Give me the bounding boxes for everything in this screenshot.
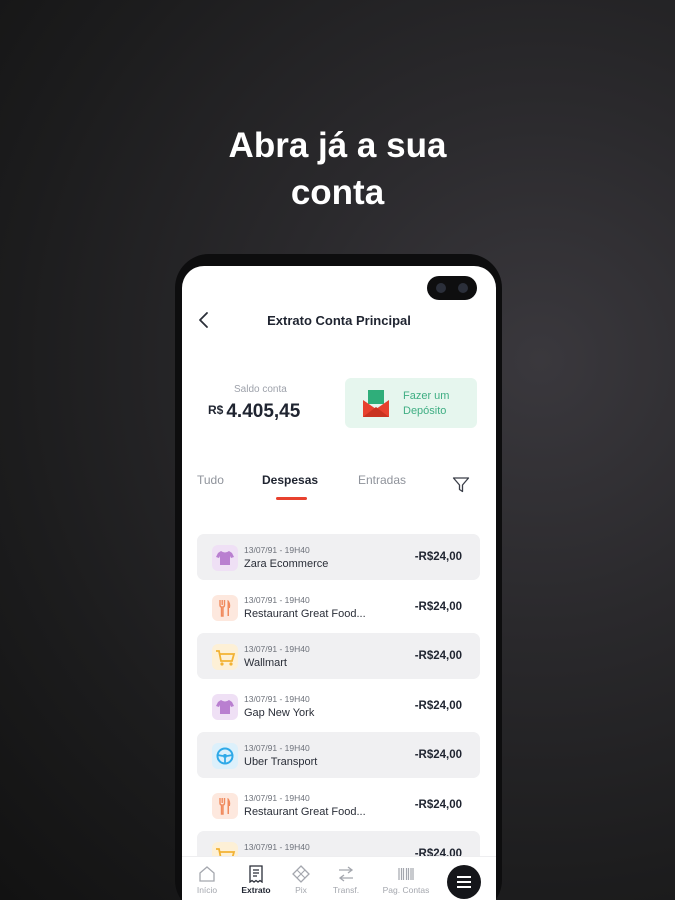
pix-icon <box>292 865 310 883</box>
nav-item-transf[interactable]: Transf. <box>316 865 376 895</box>
tab-tudo[interactable]: Tudo <box>197 473 224 487</box>
deposit-button[interactable]: Fazer um Depósito <box>345 378 477 428</box>
headline-line-1: Abra já a sua <box>228 126 447 165</box>
deposit-label-line-1: Fazer um <box>403 390 450 402</box>
steering-wheel-icon <box>212 743 238 769</box>
transaction-name: Uber Transport <box>244 756 318 768</box>
balance-currency: R$ <box>208 403 224 417</box>
transaction-name: Wallmart <box>244 657 287 669</box>
transaction-amount: -R$24,00 <box>414 600 462 613</box>
shirt-icon <box>212 545 238 571</box>
nav-item-pag-contas[interactable]: Pag. Contas <box>376 865 436 895</box>
active-tab-indicator <box>276 497 307 500</box>
menu-button[interactable] <box>447 865 481 899</box>
headline: Abra já a sua conta <box>0 122 675 216</box>
transaction-date: 13/07/91 - 19H40 <box>244 594 310 605</box>
transaction-amount: -R$24,00 <box>414 749 462 761</box>
deposit-label-line-2: Depósito <box>403 405 447 417</box>
transaction-list: 13/07/91 - 19H40 Zara Ecommerce -R$24,00… <box>197 534 480 881</box>
transaction-amount: -R$24,00 <box>414 551 462 563</box>
balance-label: Saldo conta <box>234 384 287 395</box>
transaction-row[interactable]: 13/07/91 - 19H40 Uber Transport -R$24,00 <box>197 732 480 778</box>
transaction-row[interactable]: 13/07/91 - 19H40 Restaurant Great Food..… <box>197 782 480 828</box>
cutlery-icon <box>212 792 238 819</box>
shirt-icon <box>212 693 238 720</box>
deposit-label: Fazer um Depósito <box>403 389 449 419</box>
transaction-name: Restaurant Great Food... <box>244 607 366 620</box>
tab-despesas[interactable]: Despesas <box>262 473 318 487</box>
transaction-date: 13/07/91 - 19H40 <box>244 743 310 753</box>
transfer-icon <box>338 866 354 882</box>
tab-entradas[interactable]: Entradas <box>358 473 406 487</box>
transaction-row[interactable]: 13/07/91 - 19H40 Gap New York -R$24,00 <box>197 683 480 729</box>
envelope-icon <box>363 390 389 417</box>
phone-screen: Extrato Conta Principal Saldo conta R$ 4.… <box>182 266 496 900</box>
transaction-date: 13/07/91 - 19H40 <box>244 644 310 654</box>
transaction-date: 13/07/91 - 19H40 <box>244 693 310 704</box>
headline-line-2: conta <box>290 173 385 212</box>
cutlery-icon <box>212 594 238 621</box>
front-camera <box>427 276 477 300</box>
nav-label: Transf. <box>332 885 360 895</box>
cart-icon <box>212 644 238 670</box>
nav-label: Pag. Contas <box>382 885 430 895</box>
transaction-row[interactable]: 13/07/91 - 19H40 Wallmart -R$24,00 <box>197 633 480 679</box>
transaction-name: Zara Ecommerce <box>244 558 329 570</box>
barcode-icon <box>398 868 414 880</box>
bottom-navigation: Início Extrato Pix Transf. Pag. Contas <box>182 856 496 900</box>
receipt-icon <box>249 865 263 883</box>
balance-value: 4.405,45 <box>226 401 301 422</box>
filter-icon[interactable] <box>452 476 470 493</box>
transaction-name: Gap New York <box>244 706 315 719</box>
page-title: Extrato Conta Principal <box>267 313 411 328</box>
transaction-amount: -R$24,00 <box>414 650 462 662</box>
transaction-row[interactable]: 13/07/91 - 19H40 Restaurant Great Food..… <box>197 584 480 630</box>
balance-amount: R$ 4.405,45 <box>208 401 300 423</box>
transaction-date: 13/07/91 - 19H40 <box>244 842 310 852</box>
transaction-name: Restaurant Great Food... <box>244 805 366 818</box>
tab-bar: Tudo Despesas Entradas <box>182 473 496 503</box>
transaction-date: 13/07/91 - 19H40 <box>244 545 310 555</box>
transaction-amount: -R$24,00 <box>414 798 462 811</box>
transaction-amount: -R$24,00 <box>414 699 462 712</box>
home-icon <box>199 866 215 882</box>
transaction-row[interactable]: 13/07/91 - 19H40 Zara Ecommerce -R$24,00 <box>197 534 480 580</box>
transaction-date: 13/07/91 - 19H40 <box>244 792 310 803</box>
